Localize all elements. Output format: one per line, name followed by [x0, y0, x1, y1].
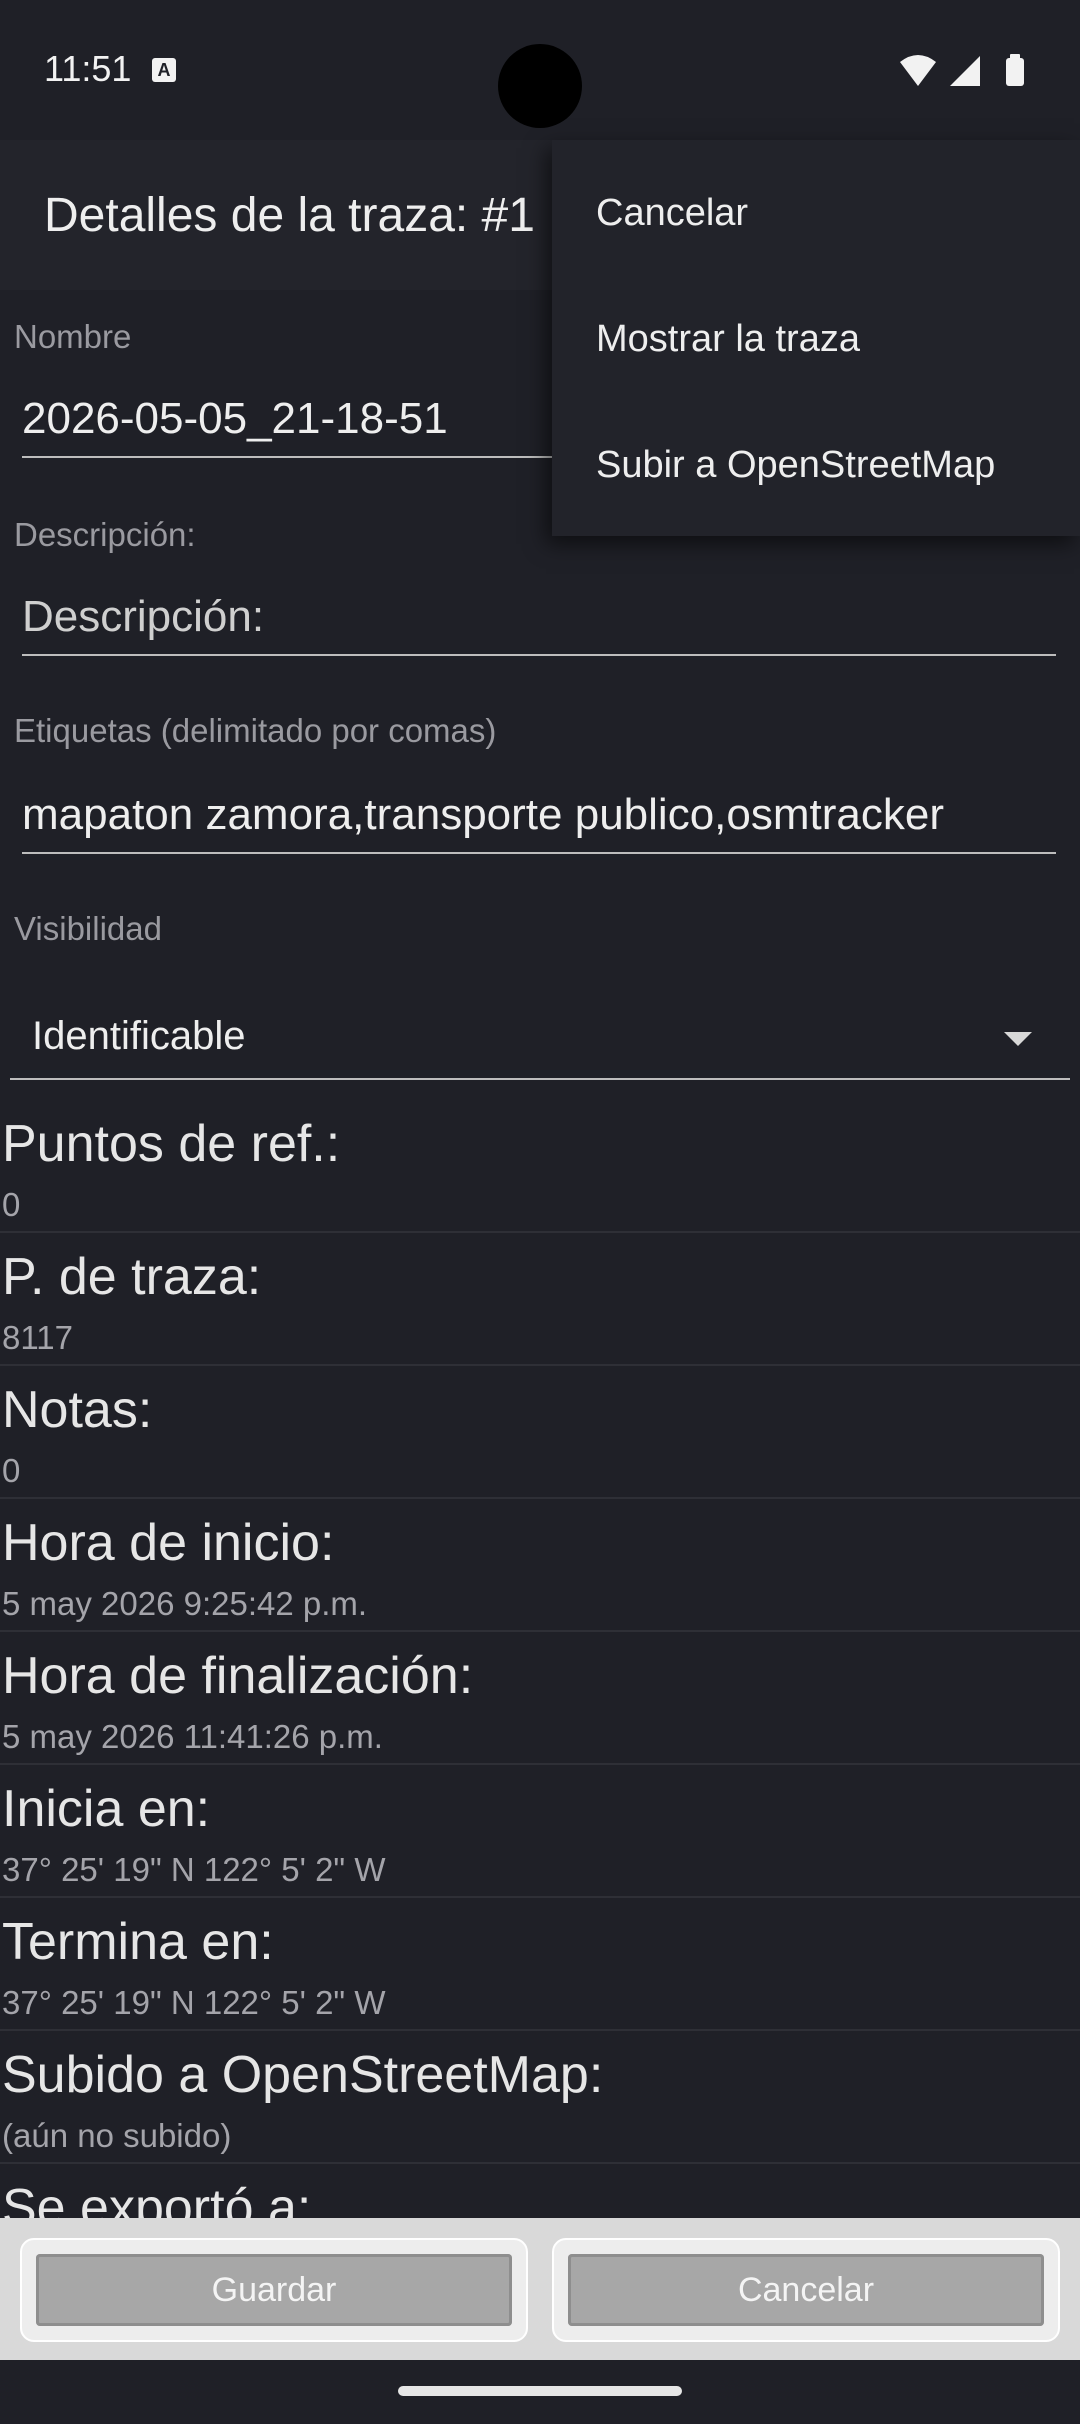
info-row-trackpoints: P. de traza: 8117: [0, 1233, 1080, 1366]
info-title: Notas:: [2, 1381, 153, 1439]
info-title: Termina en:: [2, 1913, 274, 1971]
info-value: 37° 25' 19" N 122° 5' 2" W: [2, 1984, 386, 2021]
visibility-label: Visibilidad: [14, 910, 162, 947]
status-time: 11:51: [44, 48, 132, 89]
info-value: 0: [2, 1186, 21, 1223]
cancel-button-label: Cancelar: [568, 2254, 1044, 2326]
gesture-handle[interactable]: [398, 2386, 682, 2396]
info-row-waypoints: Puntos de ref.: 0: [0, 1100, 1080, 1233]
battery-icon: [1006, 58, 1024, 86]
tags-label: Etiquetas (delimitado por comas): [14, 712, 497, 749]
cancel-button[interactable]: Cancelar: [552, 2238, 1060, 2342]
info-value: 0: [2, 1452, 21, 1489]
info-value: 8117: [2, 1319, 73, 1356]
menu-item-upload-osm[interactable]: Subir a OpenStreetMap: [596, 444, 995, 487]
save-button[interactable]: Guardar: [20, 2238, 528, 2342]
info-value: 5 may 2026 9:25:42 p.m.: [2, 1585, 368, 1622]
info-title: Subido a OpenStreetMap:: [2, 2046, 604, 2104]
description-field[interactable]: Descripción:: [22, 592, 1056, 656]
visibility-value: Identificable: [32, 1014, 246, 1058]
info-row-notes: Notas: 0: [0, 1366, 1080, 1499]
save-button-label: Guardar: [36, 2254, 512, 2326]
description-label: Descripción:: [14, 516, 196, 553]
page-title: Detalles de la traza: #1: [44, 189, 535, 242]
info-row-exported-to: Se exportó a:: [0, 2164, 1080, 2218]
info-title: P. de traza:: [2, 1248, 262, 1306]
info-title: Se exportó a:: [2, 2179, 312, 2218]
info-value: 37° 25' 19" N 122° 5' 2" W: [2, 1851, 386, 1888]
visibility-select[interactable]: Identificable: [10, 1000, 1070, 1080]
info-title: Hora de finalización:: [2, 1647, 474, 1705]
cell-signal-icon: [950, 56, 980, 86]
overflow-menu: Cancelar Mostrar la traza Subir a OpenSt…: [552, 140, 1080, 536]
tags-field[interactable]: mapaton zamora,transporte publico,osmtra…: [22, 790, 1056, 854]
name-label: Nombre: [14, 318, 132, 355]
trace-info-list[interactable]: Puntos de ref.: 0 P. de traza: 8117 Nota…: [0, 1100, 1080, 2218]
info-title: Hora de inicio:: [2, 1514, 335, 1572]
info-value: (aún no subido): [2, 2117, 232, 2154]
info-title: Inicia en:: [2, 1780, 211, 1838]
bottom-button-bar: Guardar Cancelar: [0, 2218, 1080, 2360]
info-row-end-time: Hora de finalización: 5 may 2026 11:41:2…: [0, 1632, 1080, 1765]
menu-item-cancel[interactable]: Cancelar: [596, 192, 748, 235]
wifi-icon: [900, 55, 936, 86]
status-bar: 11:51 A: [0, 0, 1080, 140]
camera-cutout: [498, 44, 582, 128]
menu-item-show-trace[interactable]: Mostrar la traza: [596, 318, 860, 361]
dropdown-arrow-icon: [1004, 1032, 1032, 1046]
info-row-start-location: Inicia en: 37° 25' 19" N 122° 5' 2" W: [0, 1765, 1080, 1898]
info-row-start-time: Hora de inicio: 5 may 2026 9:25:42 p.m.: [0, 1499, 1080, 1632]
status-icons: [900, 54, 1024, 86]
info-title: Puntos de ref.:: [2, 1115, 341, 1173]
navigation-bar: [0, 2360, 1080, 2424]
keyboard-a-icon: A: [152, 58, 176, 82]
info-value: 5 may 2026 11:41:26 p.m.: [2, 1718, 383, 1755]
info-row-end-location: Termina en: 37° 25' 19" N 122° 5' 2" W: [0, 1898, 1080, 2031]
info-row-osm-upload: Subido a OpenStreetMap: (aún no subido): [0, 2031, 1080, 2164]
